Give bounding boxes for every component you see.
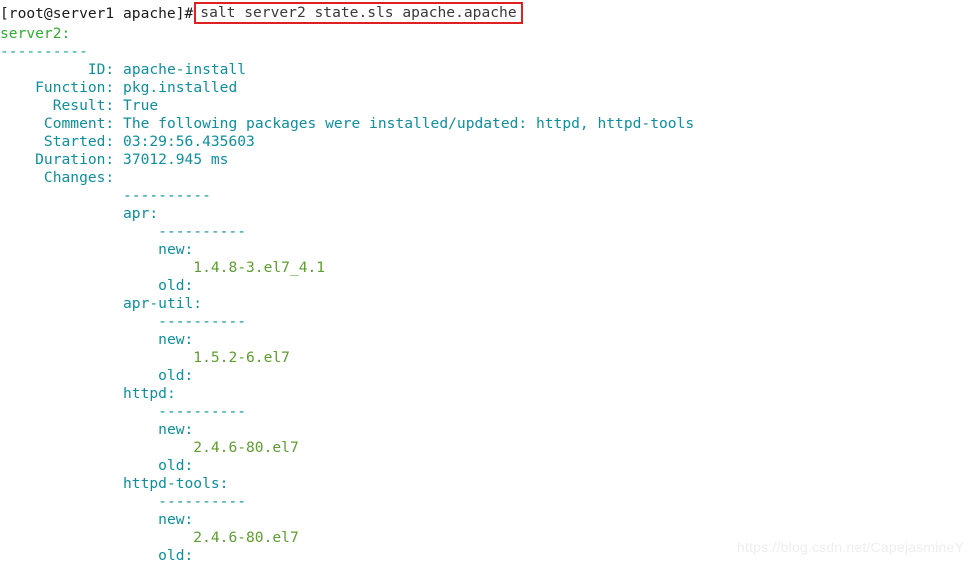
command-highlight-box: salt server2 state.sls apache.apache xyxy=(194,2,523,24)
package-new-label: new: xyxy=(158,241,194,258)
package-new-label-line: new: xyxy=(0,241,970,259)
state-result-line: Result: True xyxy=(0,97,970,115)
separator-text: ---------- xyxy=(0,43,88,60)
package-new-label: new: xyxy=(158,421,194,438)
package-old-label-line: old: xyxy=(0,277,970,295)
command-text[interactable]: salt server2 state.sls apache.apache xyxy=(200,4,516,21)
package-new-value-line: 1.4.8-3.el7_4.1 xyxy=(0,259,970,277)
separator-text: ---------- xyxy=(158,403,247,420)
package-new-value: 2.4.6-80.el7 xyxy=(193,529,299,546)
package-new-value: 2.4.6-80.el7 xyxy=(193,439,299,456)
changes-separator: ---------- xyxy=(0,187,970,205)
minion-header: server2: xyxy=(0,25,970,43)
state-function-line: Function: pkg.installed xyxy=(0,79,970,97)
shell-prompt: [root@server1 apache]# xyxy=(0,5,194,22)
package-name: httpd: xyxy=(123,385,176,402)
separator-text: ---------- xyxy=(123,187,211,204)
terminal-output: [root@server1 apache]# salt server2 state… xyxy=(0,2,970,562)
state-id-line: ID: apache-install xyxy=(0,61,970,79)
state-changes-label: Changes: xyxy=(0,169,115,186)
package-old-label: old: xyxy=(158,547,194,562)
package-new-label-line: new: xyxy=(0,331,970,349)
watermark: https://blog.csdn.net/CapejasmineY xyxy=(736,539,964,555)
state-comment-value: The following packages were installed/up… xyxy=(123,115,695,132)
package-new-value: 1.5.2-6.el7 xyxy=(193,349,290,366)
state-function-value: pkg.installed xyxy=(123,79,238,96)
package-new-label-line: new: xyxy=(0,421,970,439)
state-duration-line: Duration: 37012.945 ms xyxy=(0,151,970,169)
minion-name: server2: xyxy=(0,25,71,42)
package-name-line: apr-util: xyxy=(0,295,970,313)
package-separator: ---------- xyxy=(0,493,970,511)
state-started-value: 03:29:56.435603 xyxy=(123,133,255,150)
state-duration-value: 37012.945 ms xyxy=(123,151,229,168)
package-old-label: old: xyxy=(158,277,194,294)
package-new-value-line: 1.5.2-6.el7 xyxy=(0,349,970,367)
package-name-line: apr: xyxy=(0,205,970,223)
state-started-line: Started: 03:29:56.435603 xyxy=(0,133,970,151)
package-name: httpd-tools: xyxy=(123,475,229,492)
separator-text: ---------- xyxy=(158,493,247,510)
top-separator: ---------- xyxy=(0,43,970,61)
state-started-label: Started: xyxy=(0,133,115,150)
package-separator: ---------- xyxy=(0,223,970,241)
package-old-label: old: xyxy=(158,367,194,384)
package-name-line: httpd: xyxy=(0,385,970,403)
package-new-label: new: xyxy=(158,331,194,348)
state-function-label: Function: xyxy=(0,79,115,96)
package-separator: ---------- xyxy=(0,403,970,421)
separator-text: ---------- xyxy=(158,313,247,330)
separator-text: ---------- xyxy=(158,223,247,240)
terminal-window[interactable]: [root@server1 apache]# salt server2 state… xyxy=(0,0,970,562)
package-name: apr: xyxy=(123,205,159,222)
package-new-value-line: 2.4.6-80.el7 xyxy=(0,439,970,457)
package-old-label-line: old: xyxy=(0,367,970,385)
state-result-label: Result: xyxy=(0,97,115,114)
state-comment-label: Comment: xyxy=(0,115,115,132)
command-prompt-line: [root@server1 apache]# salt server2 state… xyxy=(0,2,970,25)
package-new-label-line: new: xyxy=(0,511,970,529)
package-name-line: httpd-tools: xyxy=(0,475,970,493)
state-id-label: ID: xyxy=(0,61,115,78)
state-id-value: apache-install xyxy=(123,61,247,78)
package-new-value: 1.4.8-3.el7_4.1 xyxy=(193,259,326,276)
package-separator: ---------- xyxy=(0,313,970,331)
state-comment-line: Comment: The following packages were ins… xyxy=(0,115,970,133)
package-old-label: old: xyxy=(158,457,194,474)
state-duration-label: Duration: xyxy=(0,151,115,168)
package-name: apr-util: xyxy=(123,295,203,312)
state-changes-line: Changes: xyxy=(0,169,970,187)
state-result-value: True xyxy=(123,97,159,114)
package-old-label-line: old: xyxy=(0,457,970,475)
package-new-label: new: xyxy=(158,511,194,528)
